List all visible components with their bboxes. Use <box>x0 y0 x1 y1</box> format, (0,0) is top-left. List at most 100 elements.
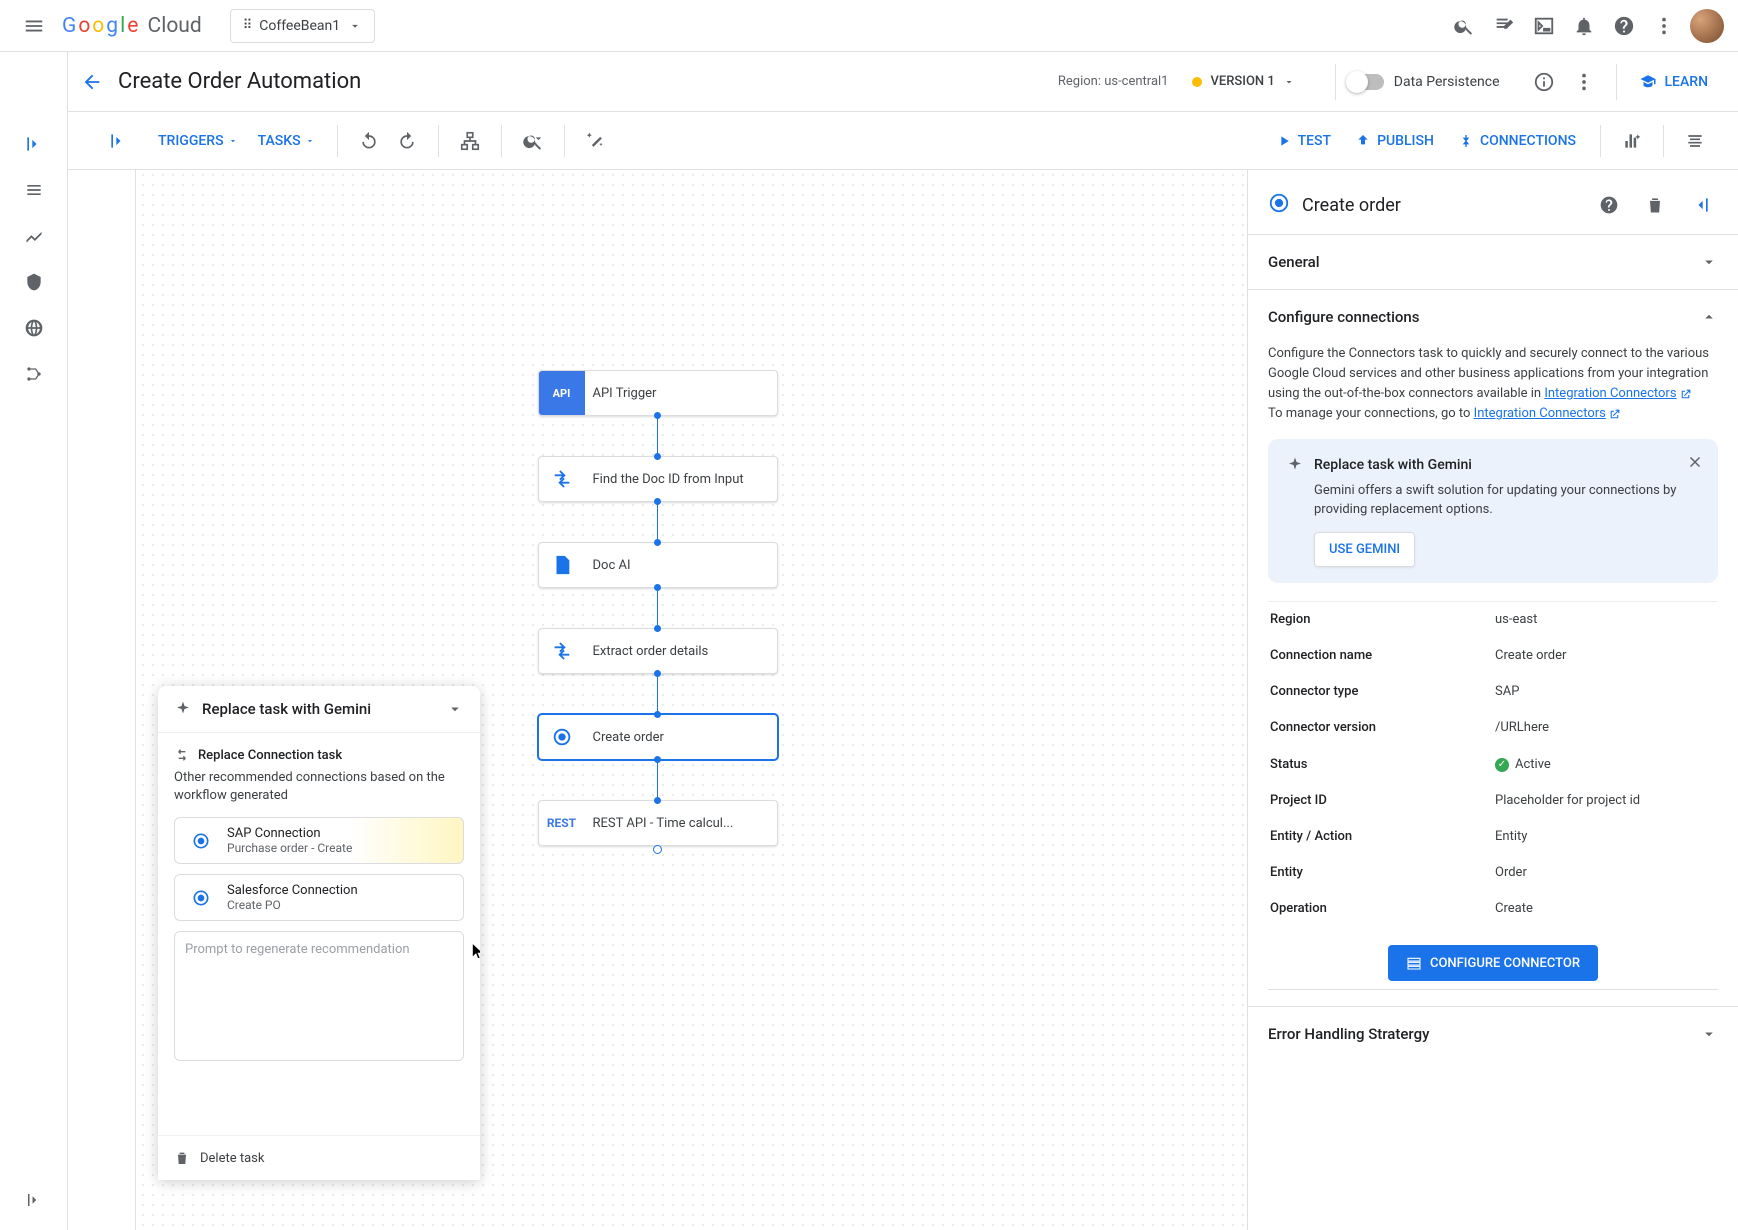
data-persistence-toggle[interactable] <box>1348 74 1384 90</box>
menu-icon[interactable] <box>14 6 54 46</box>
account-avatar[interactable] <box>1690 9 1724 43</box>
publish-label: PUBLISH <box>1377 133 1434 149</box>
separator <box>1335 64 1336 100</box>
node-extract-order[interactable]: Extract order details <box>538 628 778 674</box>
configure-desc2: To manage your connections, go to <box>1268 406 1474 421</box>
node-create-order[interactable]: Create order <box>538 714 778 760</box>
info-icon[interactable] <box>1524 62 1564 102</box>
edge[interactable] <box>657 502 658 542</box>
replace-icon <box>174 747 190 763</box>
overflow-icon[interactable] <box>1564 62 1604 102</box>
workflow-canvas[interactable]: API API Trigger Find the Doc ID from Inp… <box>538 370 778 854</box>
gemini-panel-title: Replace task with Gemini <box>202 700 371 718</box>
end-node-icon[interactable] <box>653 845 662 854</box>
kv-value: Create <box>1493 891 1718 927</box>
node-api-trigger[interactable]: API API Trigger <box>538 370 778 416</box>
panel-title: Create order <box>1302 195 1580 216</box>
test-button[interactable]: TEST <box>1264 133 1343 149</box>
search-icon[interactable] <box>1444 6 1484 46</box>
close-icon[interactable] <box>1686 453 1704 478</box>
publish-button[interactable]: PUBLISH <box>1343 133 1446 149</box>
connection-details: Regionus-east Connection nameCreate orde… <box>1268 601 1718 927</box>
collapse-panel-icon[interactable] <box>1684 188 1718 222</box>
back-arrow-icon[interactable] <box>72 62 112 102</box>
help-icon[interactable] <box>1592 188 1626 222</box>
kv-value: Entity <box>1493 819 1718 855</box>
more-icon[interactable] <box>1644 6 1684 46</box>
section-error-handling[interactable]: Error Handling Stratergy <box>1248 1006 1738 1061</box>
help-icon[interactable] <box>1604 6 1644 46</box>
brand-logo[interactable]: Google Cloud <box>62 14 202 38</box>
mapping-icon <box>539 629 585 673</box>
sidebar-item-security[interactable] <box>14 262 54 302</box>
kv-key: Status <box>1268 747 1493 783</box>
integration-connectors-link-2[interactable]: Integration Connectors <box>1474 404 1621 424</box>
sidebar-item-analytics[interactable] <box>14 216 54 256</box>
version-selector[interactable]: VERSION 1 <box>1192 74 1294 89</box>
connections-button[interactable]: CONNECTIONS <box>1446 133 1588 149</box>
status-dot-icon <box>1192 77 1202 87</box>
document-icon <box>539 543 585 587</box>
notifications-icon[interactable] <box>1564 6 1604 46</box>
node-rest-api[interactable]: REST REST API - Time calcul... <box>538 800 778 846</box>
edge[interactable] <box>657 760 658 800</box>
edge[interactable] <box>657 588 658 628</box>
section-general-label: General <box>1268 253 1320 271</box>
delete-icon[interactable] <box>1638 188 1672 222</box>
chevron-up-icon <box>1700 308 1718 326</box>
sidebar-item-globe[interactable] <box>14 308 54 348</box>
layout-icon[interactable] <box>451 122 489 160</box>
use-gemini-button[interactable]: USE GEMINI <box>1314 532 1415 567</box>
sidebar-item-connections[interactable] <box>14 354 54 394</box>
edge[interactable] <box>657 416 658 456</box>
redo-icon[interactable] <box>388 122 426 160</box>
kv-key: Connection name <box>1268 638 1493 674</box>
node-label: Create order <box>585 730 777 745</box>
project-name: CoffeeBean1 <box>259 18 340 34</box>
cloud-shell-icon[interactable] <box>1524 6 1564 46</box>
zoom-icon[interactable] <box>514 122 552 160</box>
kv-key: Connector type <box>1268 674 1493 710</box>
align-icon[interactable] <box>1676 122 1714 160</box>
test-label: TEST <box>1298 133 1331 149</box>
external-link-icon <box>1679 388 1692 401</box>
sparkle-icon <box>1286 456 1304 474</box>
triggers-menu[interactable]: TRIGGERS <box>148 133 248 149</box>
panel-collapse-icon[interactable] <box>108 131 128 151</box>
configure-connector-button[interactable]: CONFIGURE CONNECTOR <box>1388 945 1598 981</box>
sidebar-expand-icon[interactable] <box>14 1180 54 1220</box>
learn-button[interactable]: LEARN <box>1629 73 1719 91</box>
mapping-icon <box>539 457 585 501</box>
project-selector[interactable]: ⠿ CoffeeBean1 <box>230 9 375 43</box>
gemini-panel-header[interactable]: Replace task with Gemini <box>158 686 480 733</box>
kv-value: Order <box>1493 855 1718 891</box>
caret-down-icon <box>228 136 238 146</box>
recommendation-sap[interactable]: SAP Connection Purchase order - Create <box>174 817 464 864</box>
prompt-textarea[interactable] <box>174 931 464 1061</box>
data-persistence-label: Data Persistence <box>1394 74 1500 90</box>
kv-value: us-east <box>1493 602 1718 638</box>
tasks-menu[interactable]: TASKS <box>248 133 325 149</box>
node-find-doc-id[interactable]: Find the Doc ID from Input <box>538 456 778 502</box>
sidebar-item-integrations[interactable] <box>14 124 54 164</box>
sidebar-item-lists[interactable] <box>14 170 54 210</box>
node-label: Find the Doc ID from Input <box>585 472 777 487</box>
card-desc: Gemini offers a swift solution for updat… <box>1314 482 1700 520</box>
section-error-label: Error Handling Stratergy <box>1268 1025 1429 1043</box>
separator <box>1616 64 1617 100</box>
node-doc-ai[interactable]: Doc AI <box>538 542 778 588</box>
integration-connectors-link[interactable]: Integration Connectors <box>1544 384 1691 404</box>
section-configure[interactable]: Configure connections <box>1248 289 1738 344</box>
chart-insights-icon[interactable] <box>1613 122 1651 160</box>
gemini-subheader: Replace Connection task <box>198 748 342 763</box>
edge[interactable] <box>657 674 658 714</box>
magic-wand-icon[interactable] <box>577 122 615 160</box>
recommendation-salesforce[interactable]: Salesforce Connection Create PO <box>174 874 464 921</box>
kv-key: Project ID <box>1268 783 1493 819</box>
delete-task-button[interactable]: Delete task <box>158 1135 480 1180</box>
kv-key: Region <box>1268 602 1493 638</box>
compose-icon[interactable] <box>1484 6 1524 46</box>
caret-down-icon <box>348 19 362 33</box>
undo-icon[interactable] <box>350 122 388 160</box>
section-general[interactable]: General <box>1248 234 1738 289</box>
